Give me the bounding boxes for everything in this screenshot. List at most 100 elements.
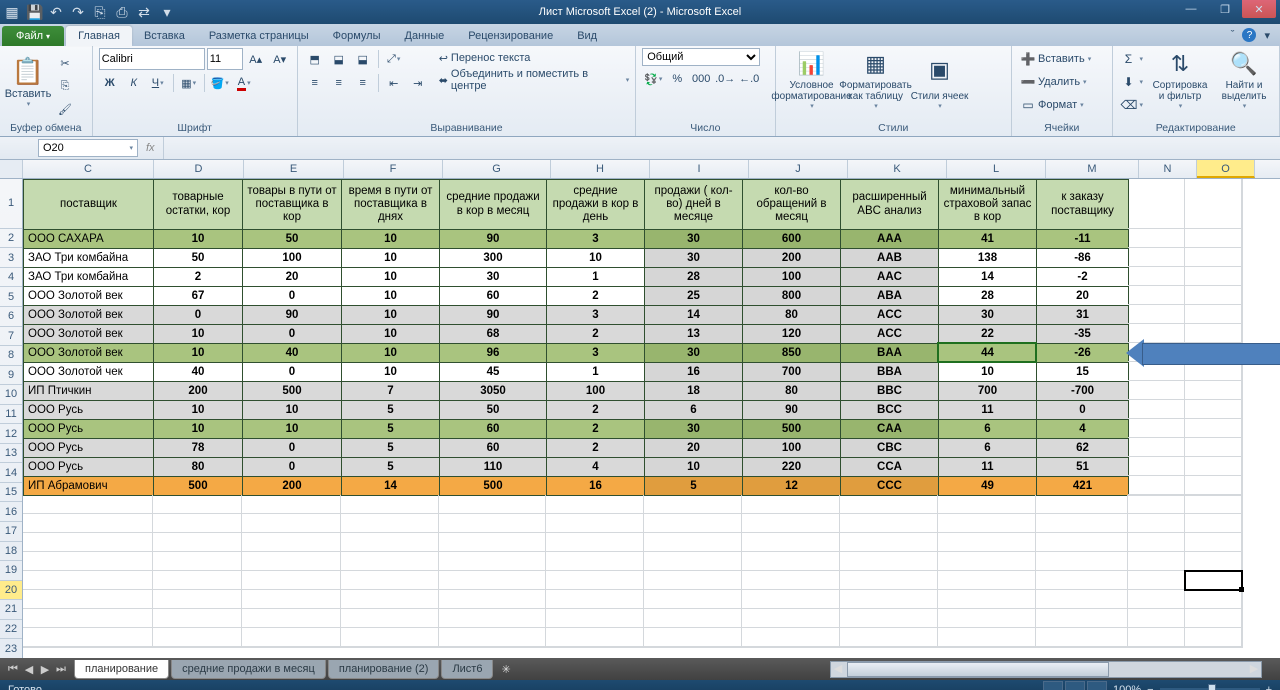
cell[interactable]: ИП Птичкин — [24, 382, 154, 401]
col-header[interactable]: E — [244, 160, 344, 178]
col-header[interactable]: H — [551, 160, 650, 178]
cell[interactable]: 5 — [342, 458, 440, 477]
align-right-icon[interactable]: ≡ — [352, 72, 374, 94]
cell[interactable]: CAA — [841, 420, 939, 439]
cell[interactable]: 60 — [440, 420, 547, 439]
cell[interactable]: 2 — [547, 325, 645, 344]
cell[interactable]: 5 — [342, 420, 440, 439]
cell[interactable]: 10 — [154, 420, 243, 439]
table-header[interactable]: товары в пути от поставщика в кор — [243, 180, 342, 230]
cell[interactable]: 10 — [154, 401, 243, 420]
cell[interactable]: BBC — [841, 382, 939, 401]
ribbon-tab-2[interactable]: Разметка страницы — [197, 26, 321, 46]
qat-icon3[interactable]: ⇄ — [136, 4, 152, 20]
cell[interactable]: 44 — [939, 344, 1037, 363]
view-buttons[interactable] — [1041, 681, 1107, 690]
cell[interactable]: 100 — [243, 249, 342, 268]
increase-font-icon[interactable]: A▴ — [245, 48, 267, 70]
cell[interactable]: 500 — [243, 382, 342, 401]
cell[interactable]: 220 — [743, 458, 841, 477]
redo-icon[interactable]: ↷ — [70, 4, 86, 20]
format-as-table-button[interactable]: ▦Форматировать как таблицу▾ — [846, 48, 906, 110]
ribbon-tab-1[interactable]: Вставка — [132, 26, 197, 46]
col-header[interactable]: I — [650, 160, 749, 178]
cell[interactable]: ЗАО Три комбайна — [24, 249, 154, 268]
cell[interactable]: 31 — [1037, 306, 1129, 325]
cell[interactable]: 45 — [440, 363, 547, 382]
cell[interactable]: ACC — [841, 325, 939, 344]
cell[interactable]: -700 — [1037, 382, 1129, 401]
cell[interactable]: ЗАО Три комбайна — [24, 268, 154, 287]
cell[interactable]: 30 — [645, 230, 743, 249]
cell[interactable]: 100 — [743, 268, 841, 287]
cell[interactable]: 20 — [1037, 287, 1129, 306]
qat-dropdown-icon[interactable]: ▾ — [159, 4, 175, 20]
bold-icon[interactable]: Ж — [99, 72, 121, 94]
cell[interactable]: 850 — [743, 344, 841, 363]
cell[interactable]: 10 — [939, 363, 1037, 382]
cell[interactable]: 6 — [645, 401, 743, 420]
cell[interactable]: 30 — [939, 306, 1037, 325]
col-header[interactable]: L — [947, 160, 1046, 178]
conditional-formatting-button[interactable]: 📊Условное форматирование▾ — [782, 48, 842, 110]
col-header[interactable]: J — [749, 160, 848, 178]
decrease-indent-icon[interactable]: ⇤ — [383, 72, 405, 94]
cell[interactable]: BCC — [841, 401, 939, 420]
cell[interactable]: 200 — [243, 477, 342, 496]
row-header[interactable]: 9 — [0, 366, 22, 386]
cell-styles-button[interactable]: ▣Стили ячеек▾ — [910, 48, 970, 110]
cell[interactable]: ИП Абрамович — [24, 477, 154, 496]
cell[interactable]: 90 — [440, 230, 547, 249]
row-header[interactable]: 21 — [0, 600, 22, 620]
ribbon-minimize-icon[interactable]: ˇ — [1231, 29, 1235, 41]
cell[interactable]: 80 — [743, 382, 841, 401]
cell[interactable]: 600 — [743, 230, 841, 249]
row-header[interactable]: 3 — [0, 248, 22, 268]
autosum-icon[interactable]: Σ▾ — [1119, 48, 1146, 70]
cell[interactable]: 10 — [645, 458, 743, 477]
cell[interactable]: 90 — [743, 401, 841, 420]
cell[interactable]: ООО Золотой чек — [24, 363, 154, 382]
delete-cells-button[interactable]: ➖Удалить▾ — [1018, 71, 1093, 93]
cell[interactable]: ABA — [841, 287, 939, 306]
cell[interactable]: 10 — [243, 401, 342, 420]
col-header[interactable]: G — [443, 160, 551, 178]
cell[interactable]: ООО Русь — [24, 401, 154, 420]
paste-button[interactable]: 📋Вставить▾ — [6, 48, 50, 114]
cell[interactable]: 80 — [154, 458, 243, 477]
cell[interactable]: 60 — [440, 287, 547, 306]
font-size-combo[interactable] — [207, 48, 243, 70]
cell[interactable]: 1 — [547, 363, 645, 382]
new-sheet-icon[interactable]: ✳ — [501, 663, 510, 676]
col-header[interactable]: K — [848, 160, 947, 178]
cell[interactable]: 2 — [547, 439, 645, 458]
close-button[interactable]: ✕ — [1242, 0, 1276, 18]
cell[interactable]: -86 — [1037, 249, 1129, 268]
cell[interactable]: 80 — [743, 306, 841, 325]
cell[interactable]: 40 — [154, 363, 243, 382]
cell[interactable]: 10 — [243, 420, 342, 439]
cell[interactable]: 10 — [342, 344, 440, 363]
comma-icon[interactable]: 000 — [690, 68, 712, 90]
cell[interactable]: 200 — [743, 249, 841, 268]
cell[interactable]: 30 — [440, 268, 547, 287]
cell[interactable]: 50 — [440, 401, 547, 420]
row-header[interactable]: 19 — [0, 561, 22, 581]
cell[interactable]: 68 — [440, 325, 547, 344]
cell[interactable]: 200 — [154, 382, 243, 401]
increase-indent-icon[interactable]: ⇥ — [407, 72, 429, 94]
maximize-button[interactable]: ❐ — [1208, 0, 1242, 18]
cell[interactable]: 800 — [743, 287, 841, 306]
cell[interactable]: 2 — [547, 287, 645, 306]
row-header[interactable]: 13 — [0, 444, 22, 464]
cell[interactable]: 10 — [342, 325, 440, 344]
cell[interactable]: 30 — [645, 249, 743, 268]
cell[interactable]: 4 — [547, 458, 645, 477]
cell[interactable]: AAC — [841, 268, 939, 287]
col-header[interactable]: C — [23, 160, 154, 178]
cell[interactable]: -26 — [1037, 344, 1129, 363]
table-header[interactable]: продажи ( кол-во) дней в месяце — [645, 180, 743, 230]
cell[interactable]: 90 — [440, 306, 547, 325]
zoom-in-icon[interactable]: + — [1266, 684, 1272, 690]
prev-sheet-icon[interactable]: ◀ — [22, 663, 36, 676]
